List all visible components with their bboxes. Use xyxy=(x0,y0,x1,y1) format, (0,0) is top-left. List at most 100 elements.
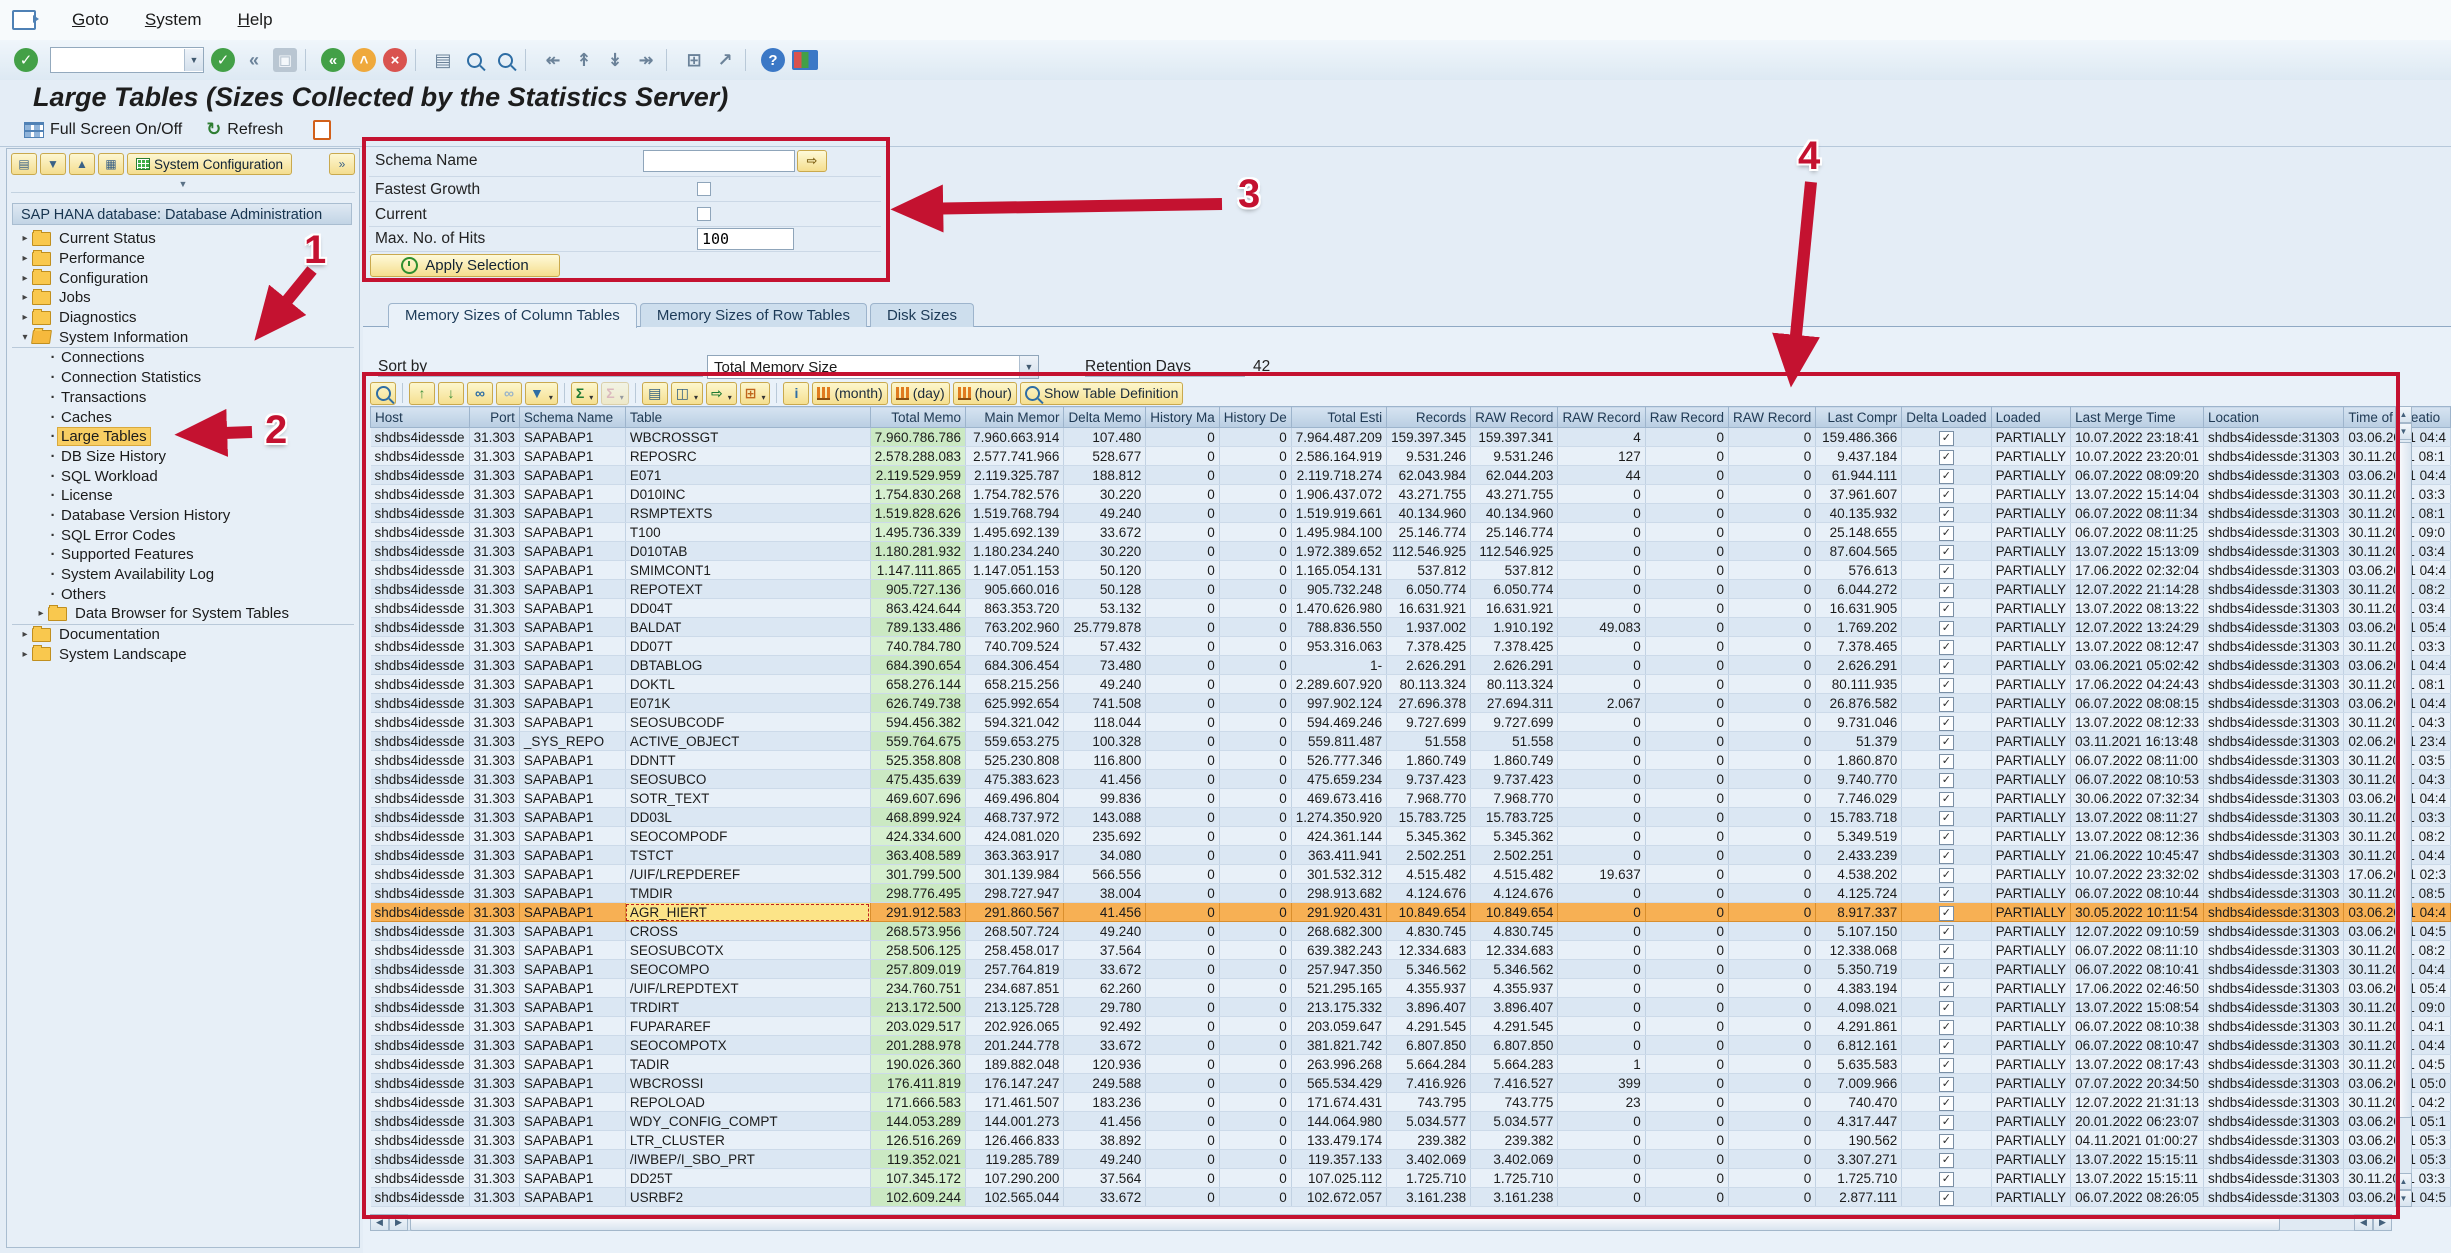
table-row[interactable]: shdbs4idessde31.303SAPABAP1DOKTL658.276.… xyxy=(371,675,2451,694)
command-input[interactable] xyxy=(51,49,184,71)
sum-button[interactable]: Σ▾ xyxy=(571,382,598,405)
column-header-delta-loaded[interactable]: Delta Loaded xyxy=(1902,407,1991,428)
sap-menu-icon[interactable] xyxy=(12,10,36,30)
sidebar-item-database-version-history[interactable]: ·Database Version History xyxy=(12,506,354,526)
hscroll-thumb[interactable] xyxy=(410,1216,2280,1231)
scroll-right-icon[interactable]: ▶ xyxy=(389,1214,408,1231)
table-row[interactable]: shdbs4idessde31.303SAPABAP1E0712.119.529… xyxy=(371,466,2451,485)
delta-loaded-checkbox[interactable]: ✓ xyxy=(1939,1115,1954,1130)
save-icon[interactable]: ▣ xyxy=(273,48,297,72)
sidebar-item-jobs[interactable]: ▸Jobs xyxy=(12,288,354,308)
table-row[interactable]: shdbs4idessde31.303SAPABAP1/UIF/LREPDERE… xyxy=(371,865,2451,884)
export-button[interactable]: ⇨▾ xyxy=(706,382,737,405)
table-row[interactable]: shdbs4idessde31.303SAPABAP1SEOCOMPOTX201… xyxy=(371,1036,2451,1055)
menu-goto[interactable]: Goto xyxy=(72,10,109,30)
delta-loaded-checkbox[interactable]: ✓ xyxy=(1939,488,1954,503)
sidebar-item-documentation[interactable]: ▸Documentation xyxy=(12,625,354,645)
fullscreen-button[interactable]: Full Screen On/Off xyxy=(24,121,182,139)
delta-loaded-checkbox[interactable]: ✓ xyxy=(1939,982,1954,997)
table-row[interactable]: shdbs4idessde31.303SAPABAP1AGR_HIERT291.… xyxy=(371,903,2451,922)
delta-loaded-checkbox[interactable]: ✓ xyxy=(1939,450,1954,465)
column-header-host[interactable]: Host xyxy=(371,407,470,428)
max-hits-input[interactable] xyxy=(697,228,794,250)
table-row[interactable]: shdbs4idessde31.303SAPABAP1WBCROSSI176.4… xyxy=(371,1074,2451,1093)
table-row[interactable]: shdbs4idessde31.303SAPABAP1/IWBEP/I_SBO_… xyxy=(371,1150,2451,1169)
delta-loaded-checkbox[interactable]: ✓ xyxy=(1939,1020,1954,1035)
vscroll-thumb[interactable] xyxy=(2397,442,2412,1118)
sidebar-item-connections[interactable]: ·Connections xyxy=(12,348,354,368)
table-row[interactable]: shdbs4idessde31.303SAPABAP1D010TAB1.180.… xyxy=(371,542,2451,561)
next-page-icon[interactable]: ↡ xyxy=(603,48,627,72)
find-icon[interactable] xyxy=(462,48,486,72)
delta-loaded-checkbox[interactable]: ✓ xyxy=(1939,1134,1954,1149)
sidebar-item-connection-statistics[interactable]: ·Connection Statistics xyxy=(12,368,354,388)
create-shortcut-icon[interactable]: ↗ xyxy=(713,48,737,72)
chevron-right-icon[interactable]: ▸ xyxy=(18,233,32,244)
delta-loaded-checkbox[interactable]: ✓ xyxy=(1939,431,1954,446)
delta-loaded-checkbox[interactable]: ✓ xyxy=(1939,887,1954,902)
table-row[interactable]: shdbs4idessde31.303SAPABAP1SEOCOMPO257.8… xyxy=(371,960,2451,979)
delta-loaded-checkbox[interactable]: ✓ xyxy=(1939,1039,1954,1054)
chevron-right-icon[interactable]: ▸ xyxy=(18,649,32,660)
delta-loaded-checkbox[interactable]: ✓ xyxy=(1939,1153,1954,1168)
find-button[interactable]: ∞ xyxy=(467,382,493,405)
tab-disk-sizes[interactable]: Disk Sizes xyxy=(870,303,974,327)
delta-loaded-checkbox[interactable]: ✓ xyxy=(1939,792,1954,807)
sidebar-item-sql-error-codes[interactable]: ·SQL Error Codes xyxy=(12,525,354,545)
table-row[interactable]: shdbs4idessde31.303SAPABAP1TSTCT363.408.… xyxy=(371,846,2451,865)
delta-loaded-checkbox[interactable]: ✓ xyxy=(1939,811,1954,826)
table-row[interactable]: shdbs4idessde31.303SAPABAP1REPOTEXT905.7… xyxy=(371,580,2451,599)
sidebar-item-others[interactable]: ·Others xyxy=(12,584,354,604)
column-header-delta-memo[interactable]: Delta Memo xyxy=(1064,407,1146,428)
find-next-icon[interactable] xyxy=(493,48,517,72)
table-row[interactable]: shdbs4idessde31.303SAPABAP1LTR_CLUSTER12… xyxy=(371,1131,2451,1150)
table-row[interactable]: shdbs4idessde31.303SAPABAP1SEOSUBCO475.4… xyxy=(371,770,2451,789)
column-header-loaded[interactable]: Loaded xyxy=(1991,407,2071,428)
table-row[interactable]: shdbs4idessde31.303SAPABAP1TADIR190.026.… xyxy=(371,1055,2451,1074)
delta-loaded-checkbox[interactable]: ✓ xyxy=(1939,906,1954,921)
sidebar-item-diagnostics[interactable]: ▸Diagnostics xyxy=(12,308,354,328)
refresh-button[interactable]: ↻ Refresh xyxy=(206,119,283,140)
delta-loaded-checkbox[interactable]: ✓ xyxy=(1939,1096,1954,1111)
table-row[interactable]: shdbs4idessde31.303SAPABAP1DBTABLOG684.3… xyxy=(371,656,2451,675)
column-header-history-ma[interactable]: History Ma xyxy=(1146,407,1220,428)
sidebar-item-transactions[interactable]: ·Transactions xyxy=(12,388,354,408)
delta-loaded-checkbox[interactable]: ✓ xyxy=(1939,526,1954,541)
chevron-right-icon[interactable]: ▸ xyxy=(18,629,32,640)
layout-icon[interactable]: ▤ xyxy=(11,153,37,175)
chevron-right-icon[interactable]: ▸ xyxy=(18,253,32,264)
delta-loaded-checkbox[interactable]: ✓ xyxy=(1939,925,1954,940)
views-button[interactable]: ◫▾ xyxy=(671,382,703,405)
current-checkbox[interactable] xyxy=(697,207,711,221)
column-header-raw-record[interactable]: RAW Record xyxy=(1471,407,1558,428)
help-icon[interactable]: ? xyxy=(761,48,785,72)
sidebar-item-large-tables[interactable]: ·Large Tables xyxy=(12,427,354,447)
new-session-icon[interactable]: ⊞ xyxy=(682,48,706,72)
sidebar-item-current-status[interactable]: ▸Current Status xyxy=(12,229,354,249)
scroll-up-bottom-icon[interactable]: ▲ xyxy=(2395,1173,2412,1190)
scroll-down-bottom-icon[interactable]: ▼ xyxy=(2395,1190,2412,1207)
tab-memory-sizes-of-column-tables[interactable]: Memory Sizes of Column Tables xyxy=(388,303,637,328)
delta-loaded-checkbox[interactable]: ✓ xyxy=(1939,1077,1954,1092)
table-row[interactable]: shdbs4idessde31.303SAPABAP1SOTR_TEXT469.… xyxy=(371,789,2451,808)
document-icon[interactable] xyxy=(313,120,331,140)
delta-loaded-checkbox[interactable]: ✓ xyxy=(1939,659,1954,674)
delta-loaded-checkbox[interactable]: ✓ xyxy=(1939,1172,1954,1187)
chevron-right-icon[interactable]: ▸ xyxy=(18,273,32,284)
table-row[interactable]: shdbs4idessde31.303SAPABAP1TRDIRT213.172… xyxy=(371,998,2451,1017)
delta-loaded-checkbox[interactable]: ✓ xyxy=(1939,868,1954,883)
fastest-growth-checkbox[interactable] xyxy=(697,182,711,196)
print-icon[interactable]: ▤ xyxy=(431,48,455,72)
delta-loaded-checkbox[interactable]: ✓ xyxy=(1939,469,1954,484)
sidebar-item-performance[interactable]: ▸Performance xyxy=(12,249,354,269)
filter-down-icon[interactable]: ▼ xyxy=(40,153,66,175)
gui-settings-icon[interactable] xyxy=(792,50,818,70)
delta-loaded-checkbox[interactable]: ✓ xyxy=(1939,583,1954,598)
cancel-icon[interactable]: × xyxy=(383,48,407,72)
sort-by-dropdown[interactable]: Total Memory Size ▼ xyxy=(707,355,1039,379)
horizontal-scrollbar[interactable]: ◀ ▶ ◀ ▶ xyxy=(370,1214,2392,1231)
back-icon[interactable]: « xyxy=(321,48,345,72)
table-row[interactable]: shdbs4idessde31.303SAPABAP1CROSS268.573.… xyxy=(371,922,2451,941)
print-button[interactable]: ▤ xyxy=(642,382,668,405)
chevron-down-icon[interactable]: ▾ xyxy=(18,332,32,343)
